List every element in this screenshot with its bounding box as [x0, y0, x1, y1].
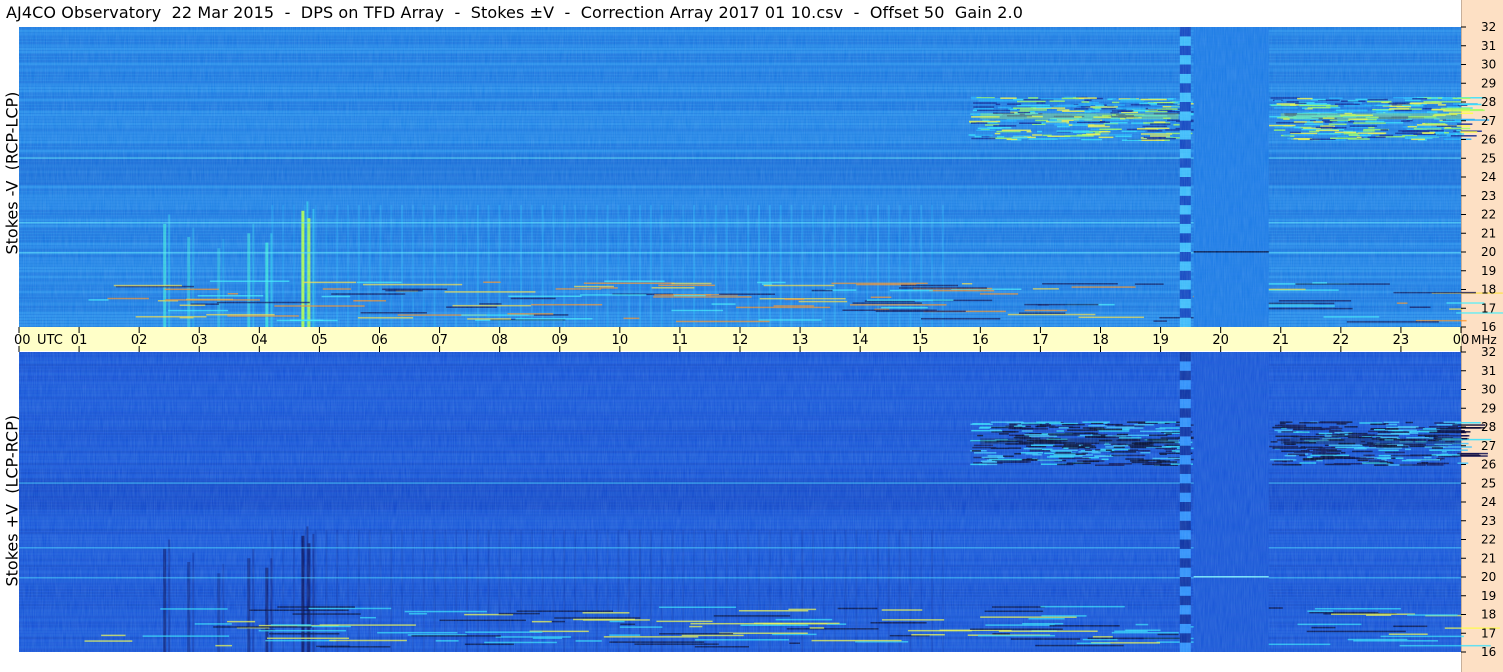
- y-tick-label: 23: [1481, 189, 1496, 203]
- x-tick-label: 03: [191, 333, 208, 348]
- y-tick-label: 28: [1481, 420, 1496, 434]
- x-tick-label: 18: [1092, 333, 1109, 348]
- y-tick-label: 26: [1481, 133, 1496, 147]
- x-tick-label: 02: [131, 333, 148, 348]
- y-tick-label: 21: [1481, 226, 1496, 240]
- y-tick-label: 24: [1481, 495, 1496, 509]
- x-tick-label: 05: [311, 333, 328, 348]
- x-tick-label: 00: [1453, 333, 1470, 348]
- x-tick-label: 17: [1032, 333, 1049, 348]
- y-tick-label: 17: [1481, 626, 1496, 640]
- spectrogram-chart: 00 01 02 03 04 05 06 07 08 09 10 11 12 13 14 15 16 17 18 19…: [14, 20, 1503, 659]
- y-tick-label: 27: [1481, 439, 1496, 453]
- y-tick-label: 19: [1481, 264, 1496, 278]
- activity-speck: [1457, 452, 1488, 455]
- y-tick-label: 31: [1481, 364, 1496, 378]
- y-tick-label: 18: [1481, 283, 1496, 297]
- noise-overlay: [19, 352, 1461, 652]
- x-tick-label: 19: [1152, 333, 1169, 348]
- y-tick-label: 26: [1481, 458, 1496, 472]
- y-tick-label: 32: [1481, 20, 1496, 34]
- y-tick-label: 27: [1481, 114, 1496, 128]
- activity-speck: [1459, 131, 1478, 133]
- x-tick-label: 08: [491, 333, 508, 348]
- x-tick-label: 20: [1212, 333, 1229, 348]
- activity-speck: [1458, 103, 1482, 106]
- y-tick-label: 29: [1481, 401, 1496, 415]
- x-tick-label: 13: [792, 333, 809, 348]
- noise-overlay: [19, 27, 1461, 327]
- y-tick-label: 16: [1481, 645, 1496, 659]
- y-tick-label: 29: [1481, 76, 1496, 90]
- y-tick-label: 30: [1481, 383, 1496, 397]
- x-unit-label: UTC: [37, 333, 63, 348]
- x-tick-label: 21: [1272, 333, 1289, 348]
- y-tick-label: 32: [1481, 345, 1496, 359]
- x-tick-label: 01: [71, 333, 88, 348]
- x-tick-label: 12: [732, 333, 749, 348]
- y-tick-label: 16: [1481, 320, 1496, 334]
- y-tick-label: 22: [1481, 533, 1496, 547]
- y-tick-label: 20: [1481, 245, 1496, 259]
- y-tick-label: 25: [1481, 151, 1496, 165]
- y-tick-label: 30: [1481, 58, 1496, 72]
- x-tick-label: 15: [912, 333, 929, 348]
- x-tick-label: 14: [852, 333, 869, 348]
- bottom-spectrogram-panel: [19, 352, 1500, 652]
- x-tick-label: 10: [612, 333, 629, 348]
- y-tick-label: 17: [1481, 301, 1496, 315]
- y-tick-label: 23: [1481, 514, 1496, 528]
- x-axis-ticks: 00 01 02 03 04 05 06 07 08 09 10 11 12 13 14 15 16 17 18 19…: [14, 327, 1497, 352]
- x-tick-label: 09: [551, 333, 568, 348]
- y-tick-label: 28: [1481, 95, 1496, 109]
- x-tick-label: 06: [371, 333, 388, 348]
- y-tick-label: 24: [1481, 170, 1496, 184]
- y-tick-label: 22: [1481, 208, 1496, 222]
- top-spectrogram-panel: [19, 27, 1503, 327]
- y-tick-label: 19: [1481, 589, 1496, 603]
- x-tick-label: 04: [251, 333, 268, 348]
- x-tick-label: 11: [672, 333, 689, 348]
- x-tick-label: 00: [14, 333, 31, 348]
- x-tick-label: 23: [1393, 333, 1410, 348]
- y-tick-label: 31: [1481, 39, 1496, 53]
- y-tick-label: 21: [1481, 551, 1496, 565]
- x-tick-label: 07: [431, 333, 448, 348]
- x-tick-label: 16: [972, 333, 989, 348]
- y-tick-label: 25: [1481, 476, 1496, 490]
- y-tick-label: 20: [1481, 570, 1496, 584]
- y-tick-label: 18: [1481, 608, 1496, 622]
- x-tick-label: 22: [1333, 333, 1350, 348]
